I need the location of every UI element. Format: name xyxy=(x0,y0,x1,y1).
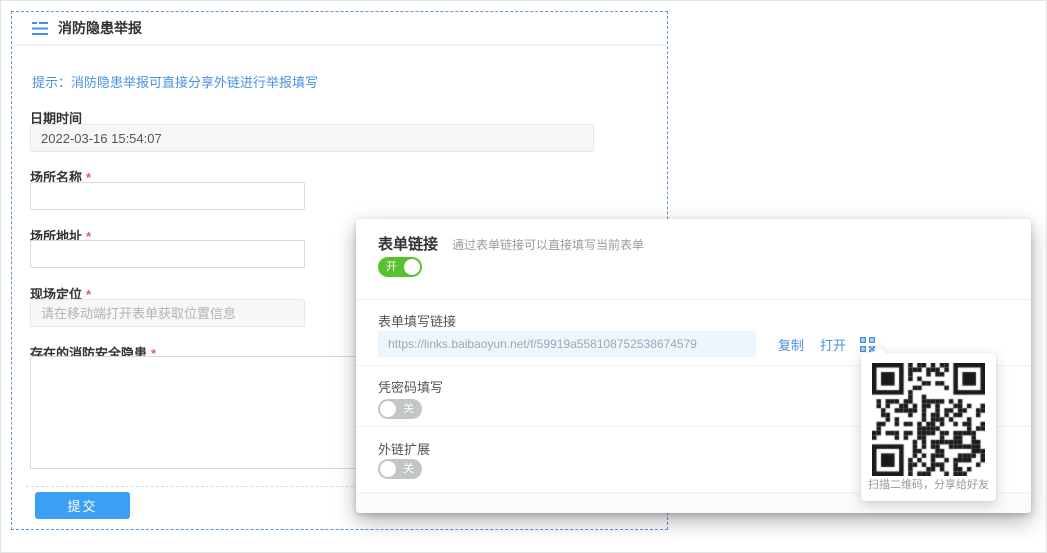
fill-link-label: 表单填写链接 xyxy=(378,311,456,330)
toggle-knob xyxy=(380,461,396,477)
menu-fold-icon[interactable] xyxy=(32,22,48,35)
datetime-input xyxy=(30,124,594,152)
password-fill-toggle[interactable]: 关 xyxy=(378,399,422,419)
modal-title: 表单链接 xyxy=(378,233,438,254)
submit-button[interactable]: 提交 xyxy=(35,492,130,519)
qr-code-image xyxy=(872,363,985,476)
place-address-input[interactable] xyxy=(30,240,305,268)
share-tip-text: 提示：消防隐患举报可直接分享外链进行举报填写 xyxy=(32,72,318,91)
toggle-knob xyxy=(404,259,420,275)
place-name-input[interactable] xyxy=(30,182,305,210)
location-input xyxy=(30,299,305,327)
form-link-enabled-toggle[interactable]: 开 xyxy=(378,257,422,277)
qr-caption: 扫描二维码，分享给好友 xyxy=(861,476,996,492)
qr-code-icon[interactable] xyxy=(860,337,875,352)
qr-share-popup: 扫描二维码，分享给好友 xyxy=(861,353,996,501)
copy-link-button[interactable]: 复制 xyxy=(778,335,804,354)
external-link-extension-toggle[interactable]: 关 xyxy=(378,459,422,479)
modal-subtitle: 通过表单链接可以直接填写当前表单 xyxy=(452,236,644,253)
modal-divider-1 xyxy=(356,299,1031,300)
form-title: 消防隐患举报 xyxy=(58,18,142,38)
toggle-knob xyxy=(380,401,396,417)
external-link-extension-label: 外链扩展 xyxy=(378,439,430,458)
screenshot-root: 消防隐患举报 提示：消防隐患举报可直接分享外链进行举报填写 日期时间 场所名称*… xyxy=(0,0,1047,553)
form-url-field[interactable]: https://links.baibaoyun.net/f/59919a5581… xyxy=(378,331,756,357)
open-link-button[interactable]: 打开 xyxy=(820,335,846,354)
form-header: 消防隐患举报 xyxy=(12,12,667,46)
password-fill-label: 凭密码填写 xyxy=(378,377,443,396)
